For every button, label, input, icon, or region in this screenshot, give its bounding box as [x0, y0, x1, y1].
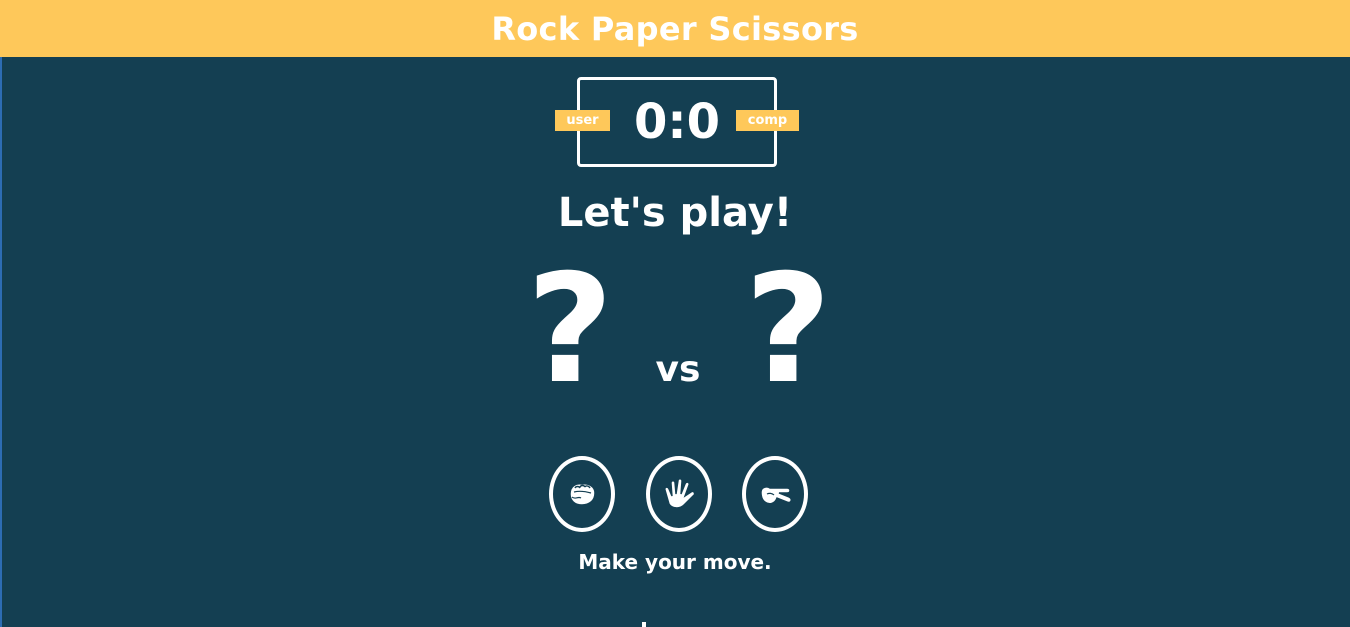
user-badge: user: [555, 110, 610, 131]
move-prompt: Make your move.: [578, 550, 772, 574]
rock-hand-icon: [569, 483, 596, 506]
app-header: Rock Paper Scissors: [0, 0, 1350, 57]
comp-badge: comp: [736, 110, 799, 131]
vs-label: vs: [655, 349, 701, 390]
paper-button[interactable]: [646, 456, 712, 532]
bottom-mark: [642, 622, 646, 627]
scissors-hand-icon: [760, 486, 792, 505]
rock-button[interactable]: [549, 456, 615, 532]
result-message: Let's play!: [557, 190, 793, 236]
paper-hand-icon: [664, 478, 696, 509]
page-edge: [0, 0, 2, 627]
app-title: Rock Paper Scissors: [491, 9, 859, 48]
comp-choice-display: ?: [744, 243, 832, 417]
user-choice-display: ?: [526, 243, 614, 417]
scissors-button[interactable]: [742, 456, 808, 532]
